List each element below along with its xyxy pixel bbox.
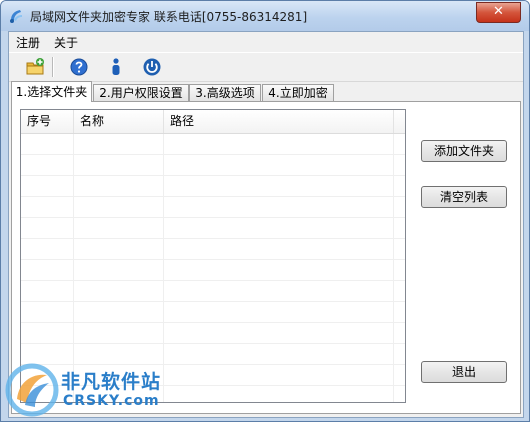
watermark: 非凡软件站 CRSKY.com: [5, 361, 165, 419]
watermark-title: 非凡软件站: [61, 371, 162, 393]
close-button[interactable]: ✕: [476, 2, 521, 23]
toolbar: [9, 52, 523, 82]
exit-button[interactable]: 退出: [421, 361, 507, 383]
toolbar-separator: [52, 57, 54, 77]
title-bar[interactable]: 局域网文件夹加密专家 联系电话[0755-86314281] ✕: [1, 1, 529, 31]
clear-list-button[interactable]: 清空列表: [421, 186, 507, 208]
info-icon[interactable]: [106, 57, 126, 77]
close-icon: ✕: [493, 4, 504, 19]
list-header: 序号 名称 路径: [21, 110, 405, 134]
column-index[interactable]: 序号: [21, 110, 74, 133]
add-folder-icon[interactable]: [25, 57, 45, 77]
watermark-logo: [5, 363, 59, 417]
tab-encrypt-now[interactable]: 4.立即加密: [262, 84, 334, 101]
client-area: 注册 关于 1.选择文件夹 2.用户权限设置 3.高级选项 4.立即加密 序号 …: [8, 31, 524, 418]
tab-advanced-options[interactable]: 3.高级选项: [189, 84, 261, 101]
menu-register[interactable]: 注册: [13, 34, 43, 51]
add-folder-button[interactable]: 添加文件夹: [421, 140, 507, 162]
menu-bar: 注册 关于: [9, 32, 523, 52]
tab-select-folder[interactable]: 1.选择文件夹: [11, 81, 92, 102]
power-icon[interactable]: [142, 57, 162, 77]
grid-line: [393, 134, 394, 402]
app-icon: [10, 10, 22, 23]
window-title: 局域网文件夹加密专家 联系电话[0755-86314281]: [30, 10, 308, 24]
column-path[interactable]: 路径: [164, 110, 394, 133]
app-window: 局域网文件夹加密专家 联系电话[0755-86314281] ✕ 注册 关于 1…: [0, 0, 530, 422]
help-icon[interactable]: [69, 57, 89, 77]
menu-about[interactable]: 关于: [51, 34, 81, 51]
column-name[interactable]: 名称: [74, 110, 164, 133]
tab-user-permissions[interactable]: 2.用户权限设置: [93, 84, 189, 101]
folder-list[interactable]: 序号 名称 路径: [20, 109, 406, 403]
watermark-url: CRSKY.com: [63, 393, 160, 409]
